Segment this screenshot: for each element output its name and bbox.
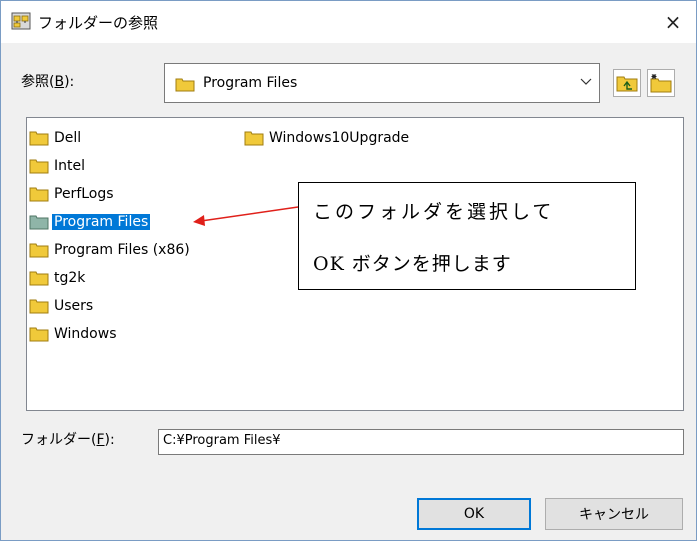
folder-icon — [244, 131, 264, 146]
tree-item-users[interactable]: Users — [29, 294, 95, 318]
folder-up-icon — [616, 76, 638, 92]
folder-icon — [29, 187, 49, 202]
folder-icon — [29, 271, 49, 286]
browse-label: 参照(B): — [21, 74, 75, 90]
folder-browse-app-icon — [11, 12, 31, 30]
folder-icon — [175, 78, 195, 92]
tree-item-windows[interactable]: Windows — [29, 322, 119, 346]
tree-item-dell[interactable]: Dell — [29, 126, 83, 150]
ok-button[interactable]: OK — [417, 498, 531, 530]
folder-path-input[interactable]: C:¥Program Files¥ — [158, 429, 684, 455]
new-folder-button[interactable] — [647, 69, 675, 97]
title-bar: フォルダーの参照 × — [1, 1, 696, 43]
location-dropdown[interactable]: Program Files — [164, 63, 600, 103]
folder-icon — [29, 299, 49, 314]
new-folder-icon — [650, 74, 672, 93]
tree-item-perflogs[interactable]: PerfLogs — [29, 182, 116, 206]
window-title: フォルダーの参照 — [38, 14, 159, 32]
folder-browse-dialog: フォルダーの参照 × 参照(B): Program Files Dell Win… — [0, 0, 697, 541]
folder-open-icon — [29, 215, 49, 230]
cancel-button[interactable]: キャンセル — [545, 498, 683, 530]
close-button[interactable]: × — [650, 1, 696, 43]
tree-item-program-files[interactable]: Program Files — [29, 210, 151, 234]
tree-item-program-files-x86[interactable]: Program Files (x86) — [29, 238, 192, 262]
tree-item-tg2k[interactable]: tg2k — [29, 266, 87, 290]
close-icon: × — [664, 10, 682, 34]
callout-line-2: OK ボタンを押します — [313, 253, 512, 275]
tree-item-intel[interactable]: Intel — [29, 154, 87, 178]
up-one-level-button[interactable] — [613, 69, 641, 97]
chevron-down-icon — [580, 78, 592, 85]
callout-line-1: このフォルダを選択して — [313, 201, 555, 223]
folder-icon — [29, 131, 49, 146]
folder-icon — [29, 159, 49, 174]
instruction-callout: このフォルダを選択して OK ボタンを押します — [298, 182, 636, 290]
folder-label: フォルダー(F): — [21, 432, 115, 448]
folder-icon — [29, 327, 49, 342]
tree-item-windows10upgrade[interactable]: Windows10Upgrade — [244, 126, 411, 150]
folder-icon — [29, 243, 49, 258]
location-value: Program Files — [203, 75, 298, 91]
